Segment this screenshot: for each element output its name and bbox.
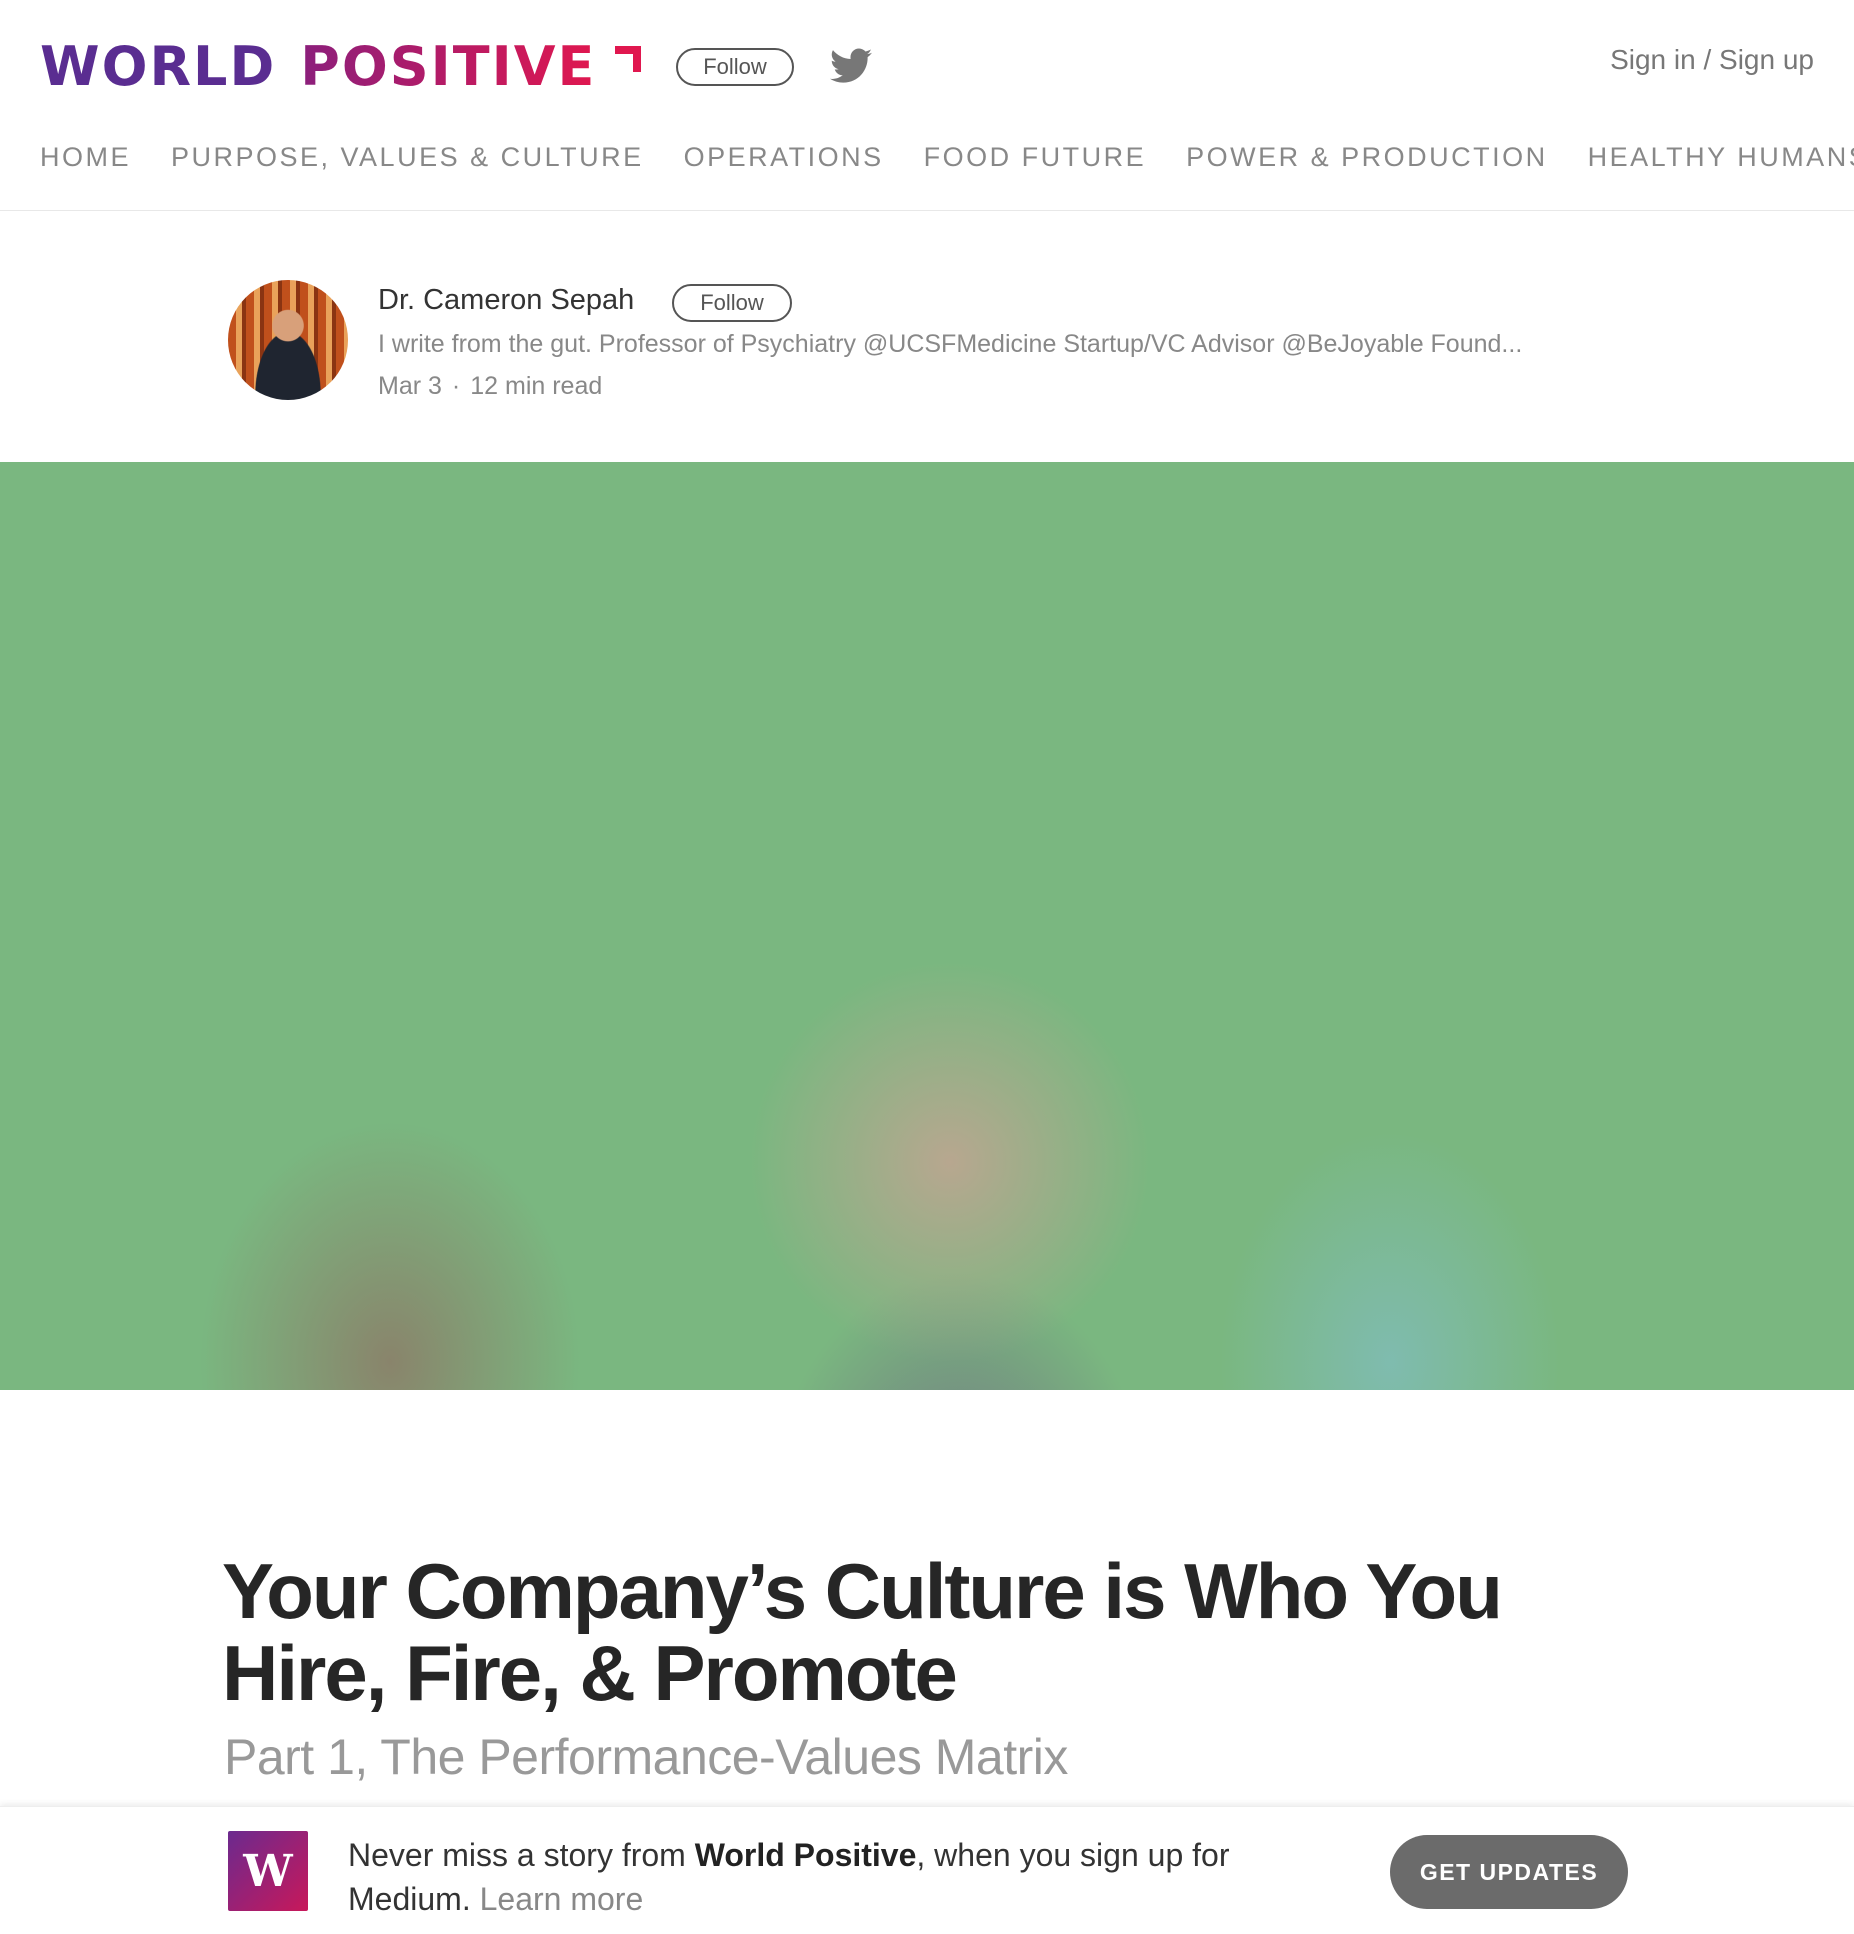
hero-image: [0, 462, 1854, 1390]
banner-message: Never miss a story from World Positive, …: [348, 1833, 1348, 1921]
banner-text-before: Never miss a story from: [348, 1837, 695, 1873]
article-title: Your Company’s Culture is Who You Hire, …: [222, 1547, 1503, 1717]
logo-word-world: WORLD: [40, 34, 277, 98]
nav-item-home[interactable]: HOME: [40, 142, 131, 173]
sign-in-link[interactable]: Sign in / Sign up: [1610, 44, 1814, 76]
top-bar: WORLD POSITIVE Follow Sign in / Sign up: [0, 0, 1854, 130]
post-date[interactable]: Mar 3: [378, 372, 442, 401]
publication-avatar-icon: W: [228, 1831, 308, 1911]
section-nav: HOME PURPOSE, VALUES & CULTURE OPERATION…: [40, 142, 1854, 173]
signup-banner: W Never miss a story from World Positive…: [0, 1806, 1854, 1934]
article-subtitle: Part 1, The Performance-Values Matrix: [224, 1729, 1068, 1785]
banner-publication: World Positive: [694, 1837, 917, 1873]
corner-mark-icon: [615, 46, 641, 72]
nav-divider: [0, 210, 1854, 211]
follow-publication-button[interactable]: Follow: [676, 48, 794, 86]
nav-item-food-future[interactable]: FOOD FUTURE: [924, 142, 1147, 173]
post-meta: Mar 3 · 12 min read: [378, 372, 602, 401]
read-time: 12 min read: [470, 372, 603, 400]
author-name[interactable]: Dr. Cameron Sepah: [378, 284, 634, 317]
author-avatar[interactable]: [228, 280, 348, 400]
nav-item-power-production[interactable]: POWER & PRODUCTION: [1186, 142, 1548, 173]
publication-logo[interactable]: WORLD POSITIVE: [40, 34, 597, 98]
nav-item-operations[interactable]: OPERATIONS: [684, 142, 884, 173]
nav-item-healthy-humans[interactable]: HEALTHY HUMANS: [1588, 142, 1854, 173]
follow-author-button[interactable]: Follow: [672, 284, 792, 322]
logo-word-positive: POSITIVE: [300, 34, 597, 98]
meta-separator: ·: [451, 372, 461, 400]
nav-item-purpose-values-culture[interactable]: PURPOSE, VALUES & CULTURE: [171, 142, 644, 173]
author-bio: I write from the gut. Professor of Psych…: [378, 330, 1523, 358]
learn-more-link[interactable]: Learn more: [480, 1881, 644, 1917]
twitter-icon[interactable]: [830, 48, 872, 84]
get-updates-button[interactable]: GET UPDATES: [1390, 1835, 1628, 1909]
